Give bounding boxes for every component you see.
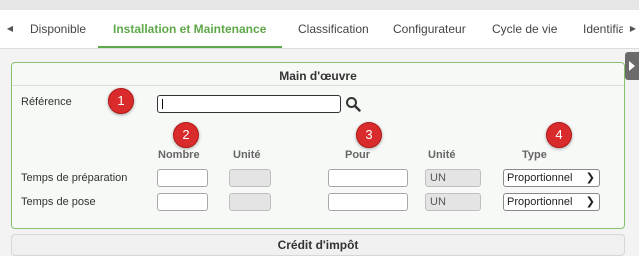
- tab-disponible[interactable]: Disponible: [30, 10, 86, 48]
- reference-input[interactable]: [157, 95, 341, 113]
- tab-cycle-de-vie[interactable]: Cycle de vie: [492, 10, 557, 48]
- search-icon[interactable]: [345, 96, 361, 112]
- preparation-type-select[interactable]: Proportionnel ❯: [503, 169, 600, 187]
- tabs-scroll-left-icon[interactable]: ◀: [2, 10, 18, 48]
- tab-bar: ◀ Disponible Installation et Maintenance…: [0, 10, 639, 49]
- preparation-type-value: Proportionnel: [507, 172, 573, 184]
- col-nombre: Nombre: [158, 149, 200, 161]
- col-type: Type: [522, 149, 547, 161]
- col-unite-2: Unité: [428, 149, 456, 161]
- preparation-pour-input[interactable]: [328, 169, 408, 187]
- panel-divider: [12, 85, 624, 86]
- top-bar: [0, 0, 639, 10]
- preparation-unite-field: [229, 169, 271, 187]
- tabs-scroll-right-icon[interactable]: ▶: [625, 10, 639, 48]
- annotation-badge-3: 3: [356, 122, 382, 148]
- pose-nombre-input[interactable]: [157, 193, 208, 211]
- annotation-badge-1: 1: [108, 88, 134, 114]
- reference-label: Référence: [21, 96, 72, 108]
- tab-identifiant[interactable]: Identifia: [583, 10, 623, 48]
- pose-type-value: Proportionnel: [507, 196, 573, 208]
- annotation-badge-2: 2: [173, 122, 199, 148]
- text-caret: [162, 99, 163, 109]
- tab-configurateur[interactable]: Configurateur: [393, 10, 466, 48]
- pose-pour-unit: UN: [425, 193, 481, 211]
- side-panel-toggle-icon[interactable]: [625, 52, 639, 80]
- chevron-down-icon: ❯: [585, 196, 595, 208]
- pose-unite-field: [229, 193, 271, 211]
- chevron-down-icon: ❯: [585, 172, 595, 184]
- preparation-nombre-input[interactable]: [157, 169, 208, 187]
- tax-credit-title: Crédit d'impôt: [277, 238, 359, 252]
- tax-credit-panel: Crédit d'impôt: [11, 234, 625, 256]
- pose-pour-input[interactable]: [328, 193, 408, 211]
- row-label-preparation: Temps de préparation: [21, 172, 128, 184]
- tab-classification[interactable]: Classification: [298, 10, 369, 48]
- pose-type-select[interactable]: Proportionnel ❯: [503, 193, 600, 211]
- annotation-badge-4: 4: [546, 122, 572, 148]
- active-tab-indicator: [98, 46, 282, 48]
- row-label-pose: Temps de pose: [21, 196, 96, 208]
- tab-installation-maintenance[interactable]: Installation et Maintenance: [113, 10, 266, 48]
- col-unite: Unité: [233, 149, 261, 161]
- col-pour: Pour: [345, 149, 371, 161]
- labor-panel-title: Main d'œuvre: [279, 69, 357, 83]
- preparation-pour-unit: UN: [425, 169, 481, 187]
